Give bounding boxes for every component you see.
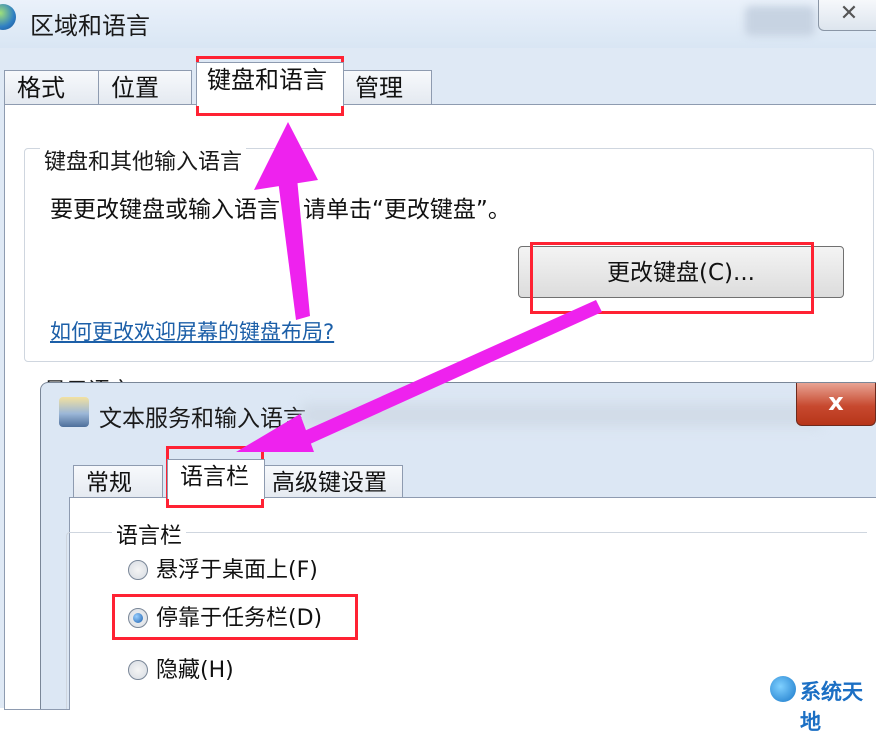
radio-button[interactable] — [128, 660, 148, 680]
watermark-text: 系统天地 — [800, 680, 863, 734]
description-text: 要更改键盘或输入语言，请单击“更改键盘”。 — [50, 197, 511, 223]
tab-format[interactable]: 格式 — [4, 70, 100, 104]
radio-label: 悬浮于桌面上(F) — [156, 558, 318, 583]
help-link[interactable]: 如何更改欢迎屏幕的键盘布局? — [50, 316, 334, 346]
tab-administrative[interactable]: 管理 — [342, 70, 432, 104]
blurred-background — [301, 403, 821, 427]
group-legend: 语言栏 — [112, 518, 187, 550]
radio-button[interactable] — [128, 560, 148, 580]
close-button[interactable]: x — [796, 383, 876, 426]
tab-advanced-key-settings[interactable]: 高级键设置 — [263, 465, 403, 499]
window-title: 文本服务和输入语言 — [99, 406, 306, 432]
window-title-bar: 区域和语言 ✕ — [0, 0, 876, 48]
text-services-icon — [59, 397, 89, 427]
radio-label: 隐藏(H) — [156, 658, 234, 683]
tab-language-bar[interactable]: 语言栏 — [167, 459, 265, 499]
tab-location[interactable]: 位置 — [98, 70, 192, 104]
radio-hidden[interactable]: 隐藏(H) — [128, 656, 234, 686]
radio-float-on-desktop[interactable]: 悬浮于桌面上(F) — [128, 556, 318, 586]
globe-logo-icon — [770, 676, 796, 702]
group-legend: 键盘和其他输入语言 — [40, 144, 247, 176]
window-title: 区域和语言 — [30, 12, 150, 40]
window-title-bar: 文本服务和输入语言 — [41, 383, 876, 445]
tab-general[interactable]: 常规 — [73, 465, 163, 499]
highlight-docked-option — [112, 594, 358, 640]
tab-keyboards-languages[interactable]: 键盘和语言 — [196, 62, 344, 106]
tab-strip: 常规 语言栏 高级键设置 — [71, 459, 871, 499]
highlight-change-keyboards — [530, 242, 814, 314]
blurred-title-button — [745, 6, 815, 36]
close-button[interactable]: ✕ — [818, 0, 876, 31]
globe-icon — [0, 4, 16, 30]
tab-strip: 格式 位置 键盘和语言 管理 — [0, 62, 876, 106]
